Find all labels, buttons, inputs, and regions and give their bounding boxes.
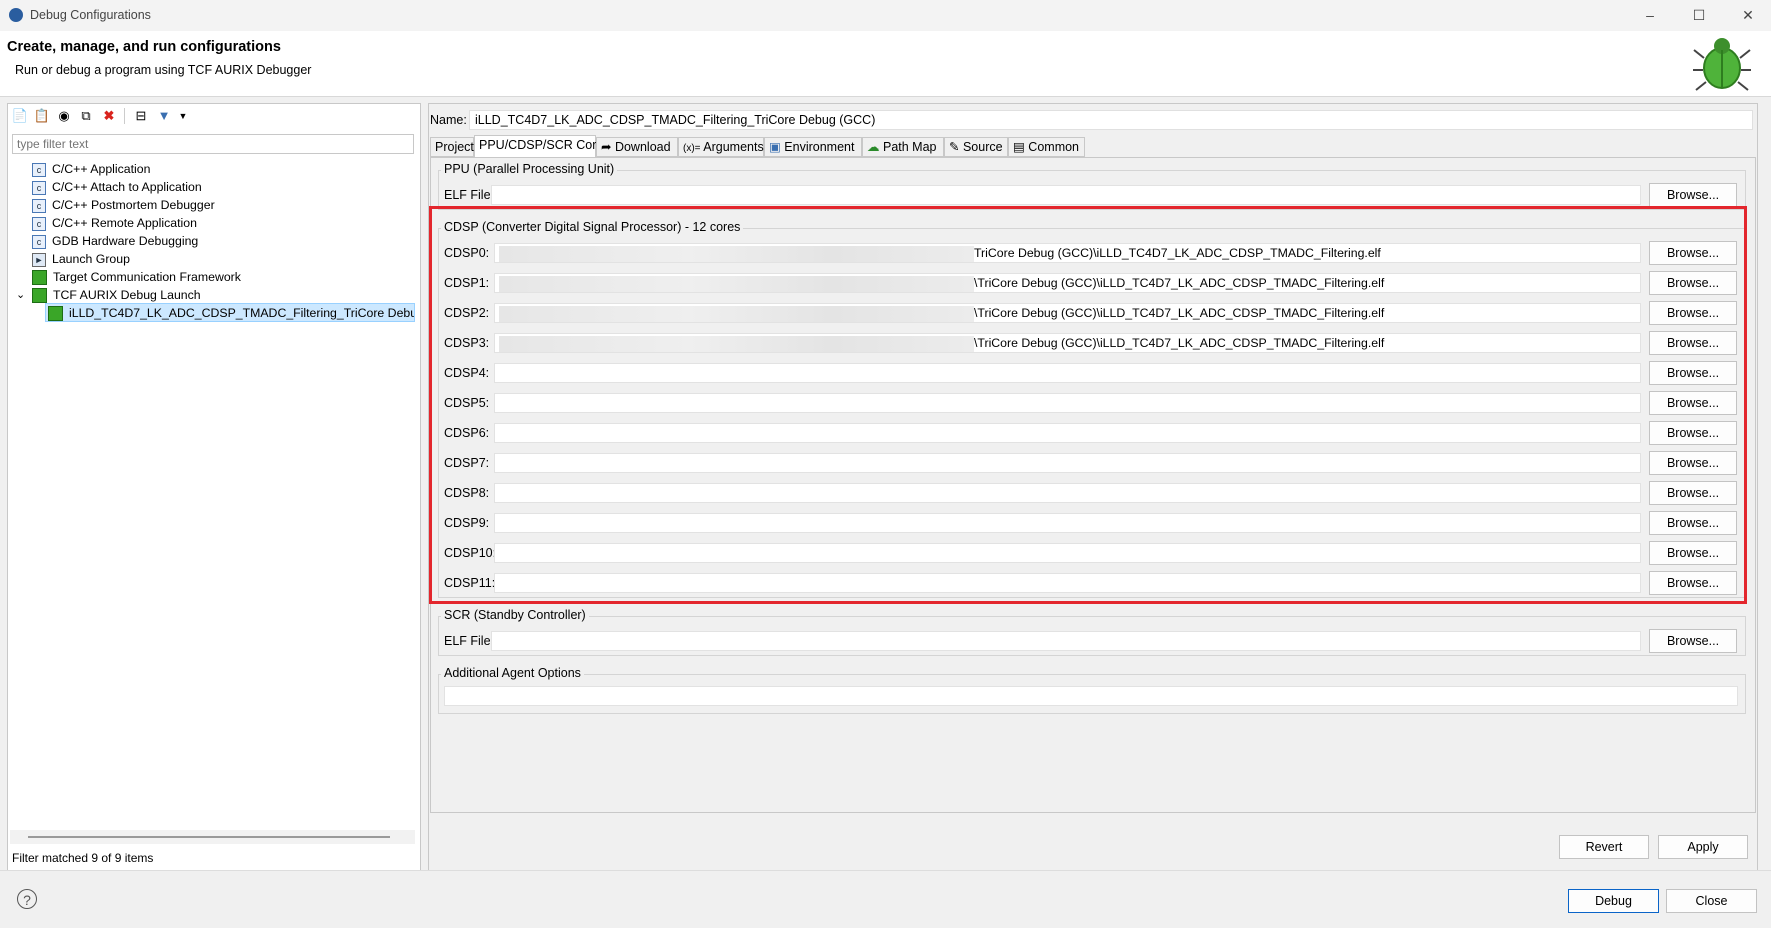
tree-item-label: Launch Group <box>52 252 130 266</box>
scr-browse-button[interactable]: Browse... <box>1649 629 1737 653</box>
agent-options-title: Additional Agent Options <box>441 666 584 680</box>
tree-item-c-postmortem[interactable]: c C/C++ Postmortem Debugger <box>32 196 215 214</box>
view-menu-icon[interactable]: ▼ <box>174 107 192 125</box>
chevron-down-icon[interactable]: ⌄ <box>16 286 25 304</box>
tab-ppu-cdsp-scr[interactable]: PPU/CDSP/SCR Cores <box>474 135 610 158</box>
tree-item-tcf[interactable]: Target Communication Framework <box>32 268 241 286</box>
environment-icon: ▣ <box>769 140 785 154</box>
scrollbar-thumb[interactable] <box>28 836 390 838</box>
scr-elf-label: ELF File: <box>444 634 495 648</box>
c-app-icon: c <box>32 234 46 249</box>
name-label: Name: <box>430 113 467 127</box>
c-app-icon: c <box>32 198 46 213</box>
filter-status: Filter matched 9 of 9 items <box>12 851 154 865</box>
export-icon[interactable]: ◉ <box>55 107 73 125</box>
bug-icon <box>1693 38 1751 91</box>
duplicate-icon[interactable]: ⧉ <box>77 107 95 125</box>
tab-label: Environment <box>784 140 855 154</box>
tab-path-map[interactable]: ☁ Path Map <box>862 137 944 157</box>
tab-label: Path Map <box>882 140 937 154</box>
app-icon <box>9 8 23 22</box>
tree-item-gdb-hardware[interactable]: c GDB Hardware Debugging <box>32 232 198 250</box>
delete-icon[interactable]: ✖ <box>100 107 118 125</box>
minimize-icon[interactable]: – <box>1639 5 1661 25</box>
scr-elf-field[interactable] <box>491 631 1641 651</box>
header-subtitle: Run or debug a program using TCF AURIX D… <box>15 63 312 77</box>
revert-button[interactable]: Revert <box>1559 835 1649 859</box>
help-icon[interactable]: ? <box>17 889 37 909</box>
tree-item-label: iLLD_TC4D7_LK_ADC_CDSP_TMADC_Filtering_T… <box>69 306 414 320</box>
ppu-group-title: PPU (Parallel Processing Unit) <box>441 162 618 176</box>
highlight-box <box>429 206 1747 604</box>
tree-item-c-remote[interactable]: c C/C++ Remote Application <box>32 214 197 232</box>
close-button[interactable]: Close <box>1666 889 1757 913</box>
tree-item-launch-group[interactable]: ► Launch Group <box>32 250 130 268</box>
arguments-icon: (x)= <box>683 143 704 154</box>
tree-item-label: C/C++ Attach to Application <box>52 180 202 194</box>
tree-item-label: GDB Hardware Debugging <box>52 234 199 248</box>
tree-item-label: TCF AURIX Debug Launch <box>53 288 201 302</box>
path-map-icon: ☁ <box>867 140 883 154</box>
tcf-icon <box>32 270 47 286</box>
tree-item-c-application[interactable]: c C/C++ Application <box>32 160 150 178</box>
tab-label: Source <box>962 140 1003 154</box>
tab-label: Common <box>1028 140 1080 154</box>
filter-input[interactable] <box>12 134 414 154</box>
tab-label: PPU/CDSP/SCR Cores <box>479 138 610 152</box>
tab-label: Project <box>435 140 474 154</box>
scr-group-title: SCR (Standby Controller) <box>441 608 589 622</box>
tab-download[interactable]: ➦ Download <box>596 137 678 157</box>
source-icon: ✎ <box>949 140 963 154</box>
filter-icon[interactable]: ▼ <box>155 107 173 125</box>
tree-item-label: C/C++ Postmortem Debugger <box>52 198 215 212</box>
common-icon: ▤ <box>1013 140 1029 154</box>
name-field[interactable]: iLLD_TC4D7_LK_ADC_CDSP_TMADC_Filtering_T… <box>469 110 1753 130</box>
tree-item-selected-config[interactable]: iLLD_TC4D7_LK_ADC_CDSP_TMADC_Filtering_T… <box>45 303 415 322</box>
tab-project[interactable]: Project <box>430 137 474 157</box>
maximize-icon[interactable]: ☐ <box>1688 5 1710 25</box>
c-app-icon: c <box>32 180 46 195</box>
new-prototype-icon[interactable]: 📋 <box>33 107 51 125</box>
footer-divider <box>0 870 1771 871</box>
tab-label: Arguments <box>703 140 764 154</box>
tab-common[interactable]: ▤ Common <box>1008 137 1085 157</box>
tcf-icon <box>48 306 63 321</box>
tree-item-tcf-aurix[interactable]: TCF AURIX Debug Launch <box>32 286 201 304</box>
c-app-icon: c <box>32 216 46 231</box>
c-app-icon: c <box>32 162 46 177</box>
tree-item-label: Target Communication Framework <box>53 270 241 284</box>
collapse-all-icon[interactable]: ⊟ <box>132 107 150 125</box>
tcf-icon <box>32 288 47 304</box>
header-title: Create, manage, and run configurations <box>7 39 281 55</box>
ppu-elf-field[interactable] <box>491 185 1641 205</box>
download-icon: ➦ <box>601 140 615 154</box>
toolbar-divider <box>124 108 125 124</box>
tab-environment[interactable]: ▣ Environment <box>764 137 862 157</box>
tree-item-label: C/C++ Remote Application <box>52 216 197 230</box>
new-configuration-icon[interactable]: 📄 <box>11 107 29 125</box>
window-title: Debug Configurations <box>30 8 151 22</box>
launch-group-icon: ► <box>32 252 46 267</box>
close-window-icon[interactable]: ✕ <box>1737 5 1759 25</box>
tab-source[interactable]: ✎ Source <box>944 137 1008 157</box>
title-bar: Debug Configurations – ☐ ✕ <box>0 0 1771 31</box>
agent-options-field[interactable] <box>444 686 1738 706</box>
ppu-browse-button[interactable]: Browse... <box>1649 183 1737 207</box>
ppu-elf-label: ELF File: <box>444 188 495 202</box>
tab-arguments[interactable]: (x)= Arguments <box>678 137 764 157</box>
tree-item-label: C/C++ Application <box>52 162 151 176</box>
tab-label: Download <box>614 140 671 154</box>
debug-button[interactable]: Debug <box>1568 889 1659 913</box>
apply-button[interactable]: Apply <box>1658 835 1748 859</box>
tree-item-c-attach[interactable]: c C/C++ Attach to Application <box>32 178 202 196</box>
